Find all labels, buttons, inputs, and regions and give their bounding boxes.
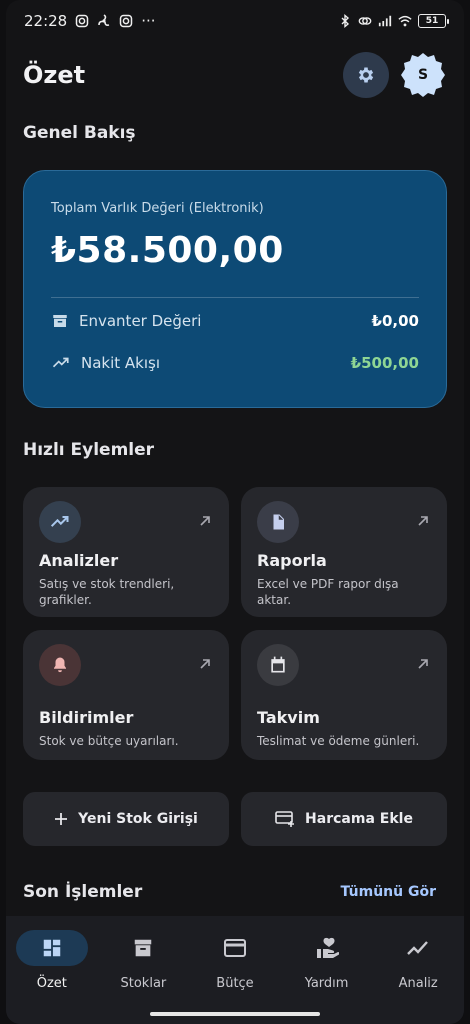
quick-action-title: Bildirimler — [39, 708, 134, 727]
trending-up-icon — [52, 357, 69, 368]
add-expense-button[interactable]: Harcama Ekle — [241, 792, 447, 846]
avatar[interactable]: S — [399, 51, 447, 99]
cash-flow-label: Nakit Akışı — [81, 354, 161, 372]
quick-action-icon — [39, 644, 81, 686]
instagram-icon — [75, 14, 89, 28]
gear-icon — [358, 67, 374, 83]
quick-action-calendar[interactable]: Takvim Teslimat ve ödeme günleri. — [241, 630, 447, 760]
total-asset-value: ₺58.500,00 — [51, 230, 284, 271]
quick-action-report[interactable]: Raporla Excel ve PDF rapor dışa aktar. — [241, 487, 447, 617]
add-expense-label: Harcama Ekle — [305, 811, 413, 827]
arrow-up-right-icon — [418, 516, 428, 526]
nav-icon-wrap — [199, 930, 271, 966]
battery-level: 51 — [425, 16, 439, 26]
quick-action-analytics[interactable]: Analizler Satış ve stok trendleri, grafi… — [23, 487, 229, 617]
quick-action-desc: Teslimat ve ödeme günleri. — [257, 734, 420, 748]
helping-hand-icon — [316, 937, 339, 958]
archive-icon — [53, 315, 67, 327]
new-stock-entry-label: Yeni Stok Girişi — [78, 811, 198, 827]
inventory-value-label: Envanter Değeri — [79, 312, 202, 330]
nav-label: Yardım — [304, 976, 349, 991]
see-all-link[interactable]: Tümünü Gör — [340, 884, 436, 900]
total-asset-label: Toplam Varlık Değeri (Elektronik) — [51, 201, 264, 216]
quick-action-desc: Excel ve PDF rapor dışa aktar. — [257, 577, 399, 607]
settings-button[interactable] — [343, 52, 389, 98]
new-stock-entry-button[interactable]: Yeni Stok Girişi — [23, 792, 229, 846]
nav-label: Özet — [36, 976, 67, 991]
quick-action-desc: Satış ve stok trendleri, grafikler. — [39, 577, 175, 607]
bluetooth-icon — [341, 14, 350, 28]
link-icon — [358, 17, 372, 25]
status-time: 22:28 — [24, 12, 68, 30]
quick-action-icon — [257, 501, 299, 543]
nav-icon-wrap — [291, 930, 363, 966]
quick-action-title: Raporla — [257, 551, 327, 570]
nav-label: Bütçe — [216, 976, 254, 991]
instagram-icon — [119, 14, 133, 28]
fan-icon — [98, 14, 110, 26]
recent-section-title: Son İşlemler — [23, 882, 143, 902]
cash-flow-amount: ₺500,00 — [350, 354, 419, 372]
quick-action-icon — [257, 644, 299, 686]
page-title: Özet — [23, 61, 86, 89]
nav-icon-wrap — [107, 930, 179, 966]
nav-label: Stoklar — [120, 976, 167, 991]
overview-section-title: Genel Bakış — [23, 123, 136, 143]
arrow-up-right-icon — [200, 659, 210, 669]
nav-item-help[interactable]: Yardım — [282, 930, 372, 1024]
inventory-value-amount: ₺0,00 — [371, 312, 419, 330]
nav-item-stocks[interactable]: Stoklar — [98, 930, 188, 1024]
chart-line-icon — [407, 941, 429, 955]
arrow-up-right-icon — [200, 516, 210, 526]
wifi-icon — [398, 15, 412, 27]
nav-item-analysis[interactable]: Analiz — [373, 930, 463, 1024]
cash-flow-row: Nakit Akışı ₺500,00 — [51, 344, 419, 382]
inventory-value-row: Envanter Değeri ₺0,00 — [51, 302, 419, 340]
document-icon — [273, 514, 284, 530]
quick-action-title: Analizler — [39, 551, 119, 570]
nav-item-summary[interactable]: Özet — [7, 930, 97, 1024]
nav-icon-wrap — [382, 930, 454, 966]
quick-action-title: Takvim — [257, 708, 320, 727]
quick-actions-section-title: Hızlı Eylemler — [23, 440, 155, 460]
bell-icon — [54, 657, 66, 673]
status-bar: 22:28 ··· 51 — [24, 10, 449, 32]
app-header: Özet S — [23, 52, 447, 98]
quick-action-icon — [39, 501, 81, 543]
archive-icon — [135, 939, 152, 957]
avatar-initial: S — [417, 67, 429, 83]
nav-label: Analiz — [398, 976, 438, 991]
status-more: ··· — [141, 12, 156, 30]
trending-up-icon — [50, 516, 69, 527]
divider — [51, 297, 419, 298]
nav-indicator — [15, 930, 88, 966]
signal-icon — [378, 15, 392, 27]
card-add-icon — [275, 811, 295, 827]
credit-card-icon — [223, 939, 246, 957]
dashboard-icon — [43, 939, 61, 957]
nav-item-budget[interactable]: Bütçe — [190, 930, 280, 1024]
calendar-icon — [271, 656, 285, 673]
home-indicator[interactable] — [150, 1012, 320, 1016]
overview-card: Toplam Varlık Değeri (Elektronik) ₺58.50… — [23, 170, 447, 408]
plus-icon — [55, 813, 68, 825]
app-frame: 22:28 ··· 51 Özet S Genel Bakış Toplam V… — [6, 0, 464, 1024]
arrow-up-right-icon — [418, 659, 428, 669]
quick-action-notifications[interactable]: Bildirimler Stok ve bütçe uyarıları. — [23, 630, 229, 760]
quick-action-desc: Stok ve bütçe uyarıları. — [39, 734, 179, 748]
battery-indicator: 51 — [418, 14, 449, 28]
bottom-navigation: Özet Stoklar Bütçe Yardım Analiz — [6, 916, 464, 1024]
